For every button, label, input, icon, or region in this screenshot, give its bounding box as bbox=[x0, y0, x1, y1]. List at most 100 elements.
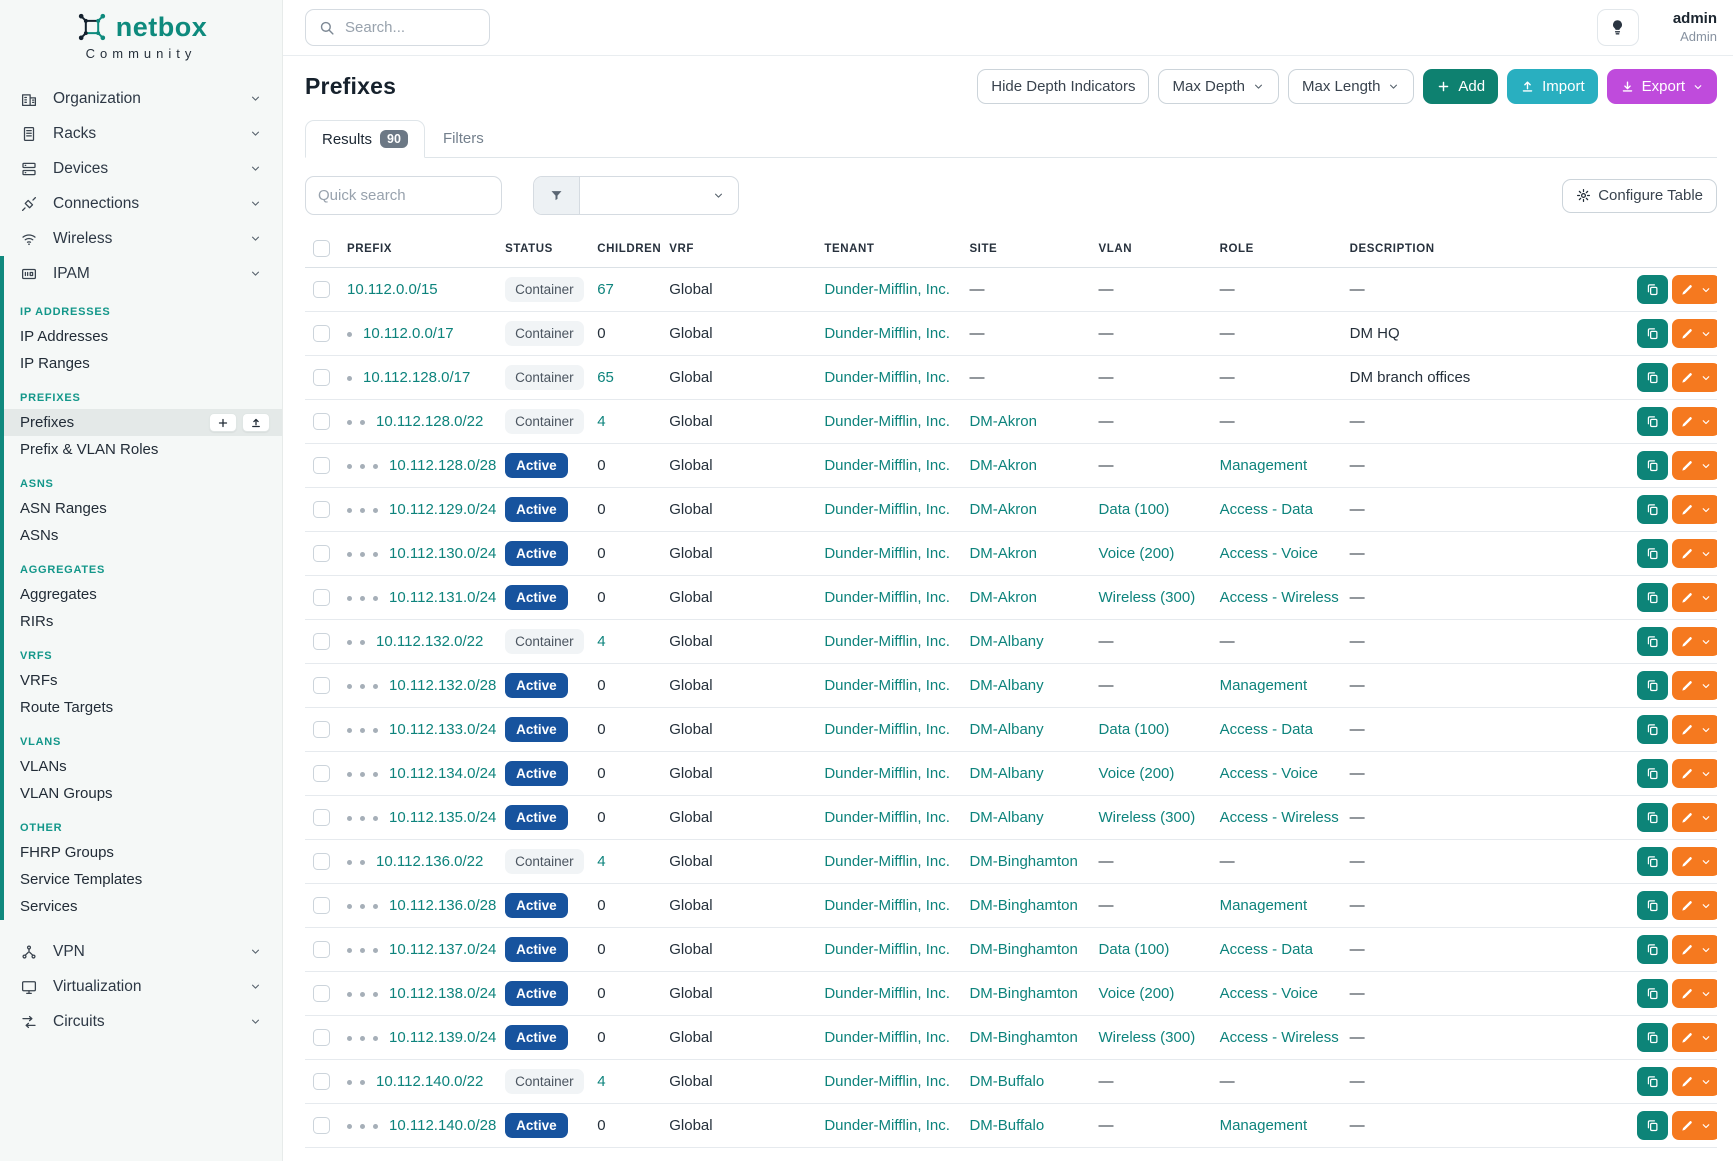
edit-button[interactable] bbox=[1672, 627, 1717, 656]
edit-button[interactable] bbox=[1672, 979, 1717, 1008]
row-checkbox[interactable] bbox=[313, 721, 330, 738]
tenant-link[interactable]: Dunder-Mifflin, Inc. bbox=[824, 457, 950, 474]
column-header-role[interactable]: ROLE bbox=[1212, 229, 1342, 268]
clone-button[interactable] bbox=[1637, 407, 1668, 436]
children-count-link[interactable]: 4 bbox=[597, 1073, 605, 1090]
column-header-site[interactable]: SITE bbox=[961, 229, 1090, 268]
prefix-link[interactable]: 10.112.128.0/22 bbox=[376, 413, 483, 430]
role-link[interactable]: Management bbox=[1220, 677, 1308, 694]
row-checkbox[interactable] bbox=[313, 369, 330, 386]
role-link[interactable]: Access - Wireless bbox=[1220, 809, 1339, 826]
tenant-link[interactable]: Dunder-Mifflin, Inc. bbox=[824, 677, 950, 694]
row-checkbox[interactable] bbox=[313, 281, 330, 298]
row-checkbox[interactable] bbox=[313, 853, 330, 870]
vlan-link[interactable]: Wireless (300) bbox=[1099, 1029, 1196, 1046]
site-link[interactable]: DM-Albany bbox=[969, 721, 1043, 738]
role-link[interactable]: Access - Data bbox=[1220, 941, 1313, 958]
row-checkbox[interactable] bbox=[313, 589, 330, 606]
site-link[interactable]: DM-Akron bbox=[969, 589, 1037, 606]
sidebar-group-racks[interactable]: Racks bbox=[0, 116, 282, 151]
edit-button[interactable] bbox=[1672, 671, 1717, 700]
vlan-link[interactable]: Data (100) bbox=[1099, 501, 1170, 518]
row-checkbox[interactable] bbox=[313, 457, 330, 474]
role-link[interactable]: Management bbox=[1220, 897, 1308, 914]
edit-button[interactable] bbox=[1672, 847, 1717, 876]
select-all-checkbox[interactable] bbox=[313, 240, 330, 257]
search-input[interactable] bbox=[345, 19, 455, 36]
vlan-link[interactable]: Wireless (300) bbox=[1099, 809, 1196, 826]
row-checkbox[interactable] bbox=[313, 501, 330, 518]
children-count-link[interactable]: 4 bbox=[597, 413, 605, 430]
sidebar-group-vpn[interactable]: VPN bbox=[0, 934, 282, 969]
edit-button[interactable] bbox=[1672, 1111, 1717, 1140]
clone-button[interactable] bbox=[1637, 715, 1668, 744]
tenant-link[interactable]: Dunder-Mifflin, Inc. bbox=[824, 721, 950, 738]
site-link[interactable]: DM-Binghamton bbox=[969, 1029, 1077, 1046]
tenant-link[interactable]: Dunder-Mifflin, Inc. bbox=[824, 413, 950, 430]
clone-button[interactable] bbox=[1637, 759, 1668, 788]
site-link[interactable]: DM-Binghamton bbox=[969, 853, 1077, 870]
clone-button[interactable] bbox=[1637, 1067, 1668, 1096]
tenant-link[interactable]: Dunder-Mifflin, Inc. bbox=[824, 1117, 950, 1134]
clone-button[interactable] bbox=[1637, 671, 1668, 700]
row-checkbox[interactable] bbox=[313, 985, 330, 1002]
sidebar-item-services[interactable]: Services bbox=[4, 893, 282, 920]
prefix-link[interactable]: 10.112.132.0/28 bbox=[389, 677, 496, 694]
clone-button[interactable] bbox=[1637, 803, 1668, 832]
sidebar-item-rirs[interactable]: RIRs bbox=[4, 608, 282, 635]
site-link[interactable]: DM-Akron bbox=[969, 501, 1037, 518]
site-link[interactable]: DM-Binghamton bbox=[969, 897, 1077, 914]
tenant-link[interactable]: Dunder-Mifflin, Inc. bbox=[824, 1029, 950, 1046]
tenant-link[interactable]: Dunder-Mifflin, Inc. bbox=[824, 589, 950, 606]
site-link[interactable]: DM-Albany bbox=[969, 677, 1043, 694]
sidebar-group-devices[interactable]: Devices bbox=[0, 151, 282, 186]
sidebar-item-vrfs[interactable]: VRFs bbox=[4, 667, 282, 694]
vlan-link[interactable]: Voice (200) bbox=[1099, 765, 1175, 782]
edit-button[interactable] bbox=[1672, 1023, 1717, 1052]
edit-button[interactable] bbox=[1672, 539, 1717, 568]
row-checkbox[interactable] bbox=[313, 1029, 330, 1046]
global-search[interactable] bbox=[305, 9, 490, 46]
column-header-vlan[interactable]: VLAN bbox=[1091, 229, 1212, 268]
prefix-link[interactable]: 10.112.136.0/28 bbox=[389, 897, 496, 914]
vlan-link[interactable]: Data (100) bbox=[1099, 721, 1170, 738]
row-checkbox[interactable] bbox=[313, 413, 330, 430]
filter-funnel-button[interactable] bbox=[534, 177, 580, 214]
role-link[interactable]: Access - Voice bbox=[1220, 985, 1318, 1002]
edit-button[interactable] bbox=[1672, 363, 1717, 392]
column-header-vrf[interactable]: VRF bbox=[661, 229, 816, 268]
row-checkbox[interactable] bbox=[313, 545, 330, 562]
clone-button[interactable] bbox=[1637, 891, 1668, 920]
site-link[interactable]: DM-Albany bbox=[969, 765, 1043, 782]
column-header-tenant[interactable]: TENANT bbox=[816, 229, 961, 268]
hide-depth-indicators-button[interactable]: Hide Depth Indicators bbox=[977, 69, 1149, 104]
children-count-link[interactable]: 65 bbox=[597, 369, 614, 386]
tenant-link[interactable]: Dunder-Mifflin, Inc. bbox=[824, 765, 950, 782]
site-link[interactable]: DM-Buffalo bbox=[969, 1073, 1044, 1090]
sidebar-item-fhrp-groups[interactable]: FHRP Groups bbox=[4, 839, 282, 866]
sidebar-group-virtualization[interactable]: Virtualization bbox=[0, 969, 282, 1004]
clone-button[interactable] bbox=[1637, 451, 1668, 480]
clone-button[interactable] bbox=[1637, 275, 1668, 304]
configure-table-button[interactable]: Configure Table bbox=[1562, 179, 1717, 213]
sidebar-item-route-targets[interactable]: Route Targets bbox=[4, 694, 282, 721]
add-button[interactable]: Add bbox=[1423, 69, 1498, 104]
tenant-link[interactable]: Dunder-Mifflin, Inc. bbox=[824, 809, 950, 826]
row-checkbox[interactable] bbox=[313, 897, 330, 914]
vlan-link[interactable]: Data (100) bbox=[1099, 941, 1170, 958]
clone-button[interactable] bbox=[1637, 539, 1668, 568]
sidebar-item-service-templates[interactable]: Service Templates bbox=[4, 866, 282, 893]
children-count-link[interactable]: 4 bbox=[597, 633, 605, 650]
tenant-link[interactable]: Dunder-Mifflin, Inc. bbox=[824, 369, 950, 386]
column-header-description[interactable]: DESCRIPTION bbox=[1342, 229, 1629, 268]
prefix-link[interactable]: 10.112.128.0/17 bbox=[363, 369, 470, 386]
role-link[interactable]: Access - Data bbox=[1220, 721, 1313, 738]
clone-button[interactable] bbox=[1637, 583, 1668, 612]
prefix-link[interactable]: 10.112.139.0/24 bbox=[389, 1029, 496, 1046]
row-checkbox[interactable] bbox=[313, 633, 330, 650]
sidebar-item-prefix-vlan-roles[interactable]: Prefix & VLAN Roles bbox=[4, 436, 282, 463]
quick-add-button[interactable] bbox=[209, 413, 237, 432]
saved-filter-select[interactable] bbox=[580, 177, 738, 214]
user-menu[interactable]: admin Admin bbox=[1673, 10, 1717, 45]
clone-button[interactable] bbox=[1637, 363, 1668, 392]
